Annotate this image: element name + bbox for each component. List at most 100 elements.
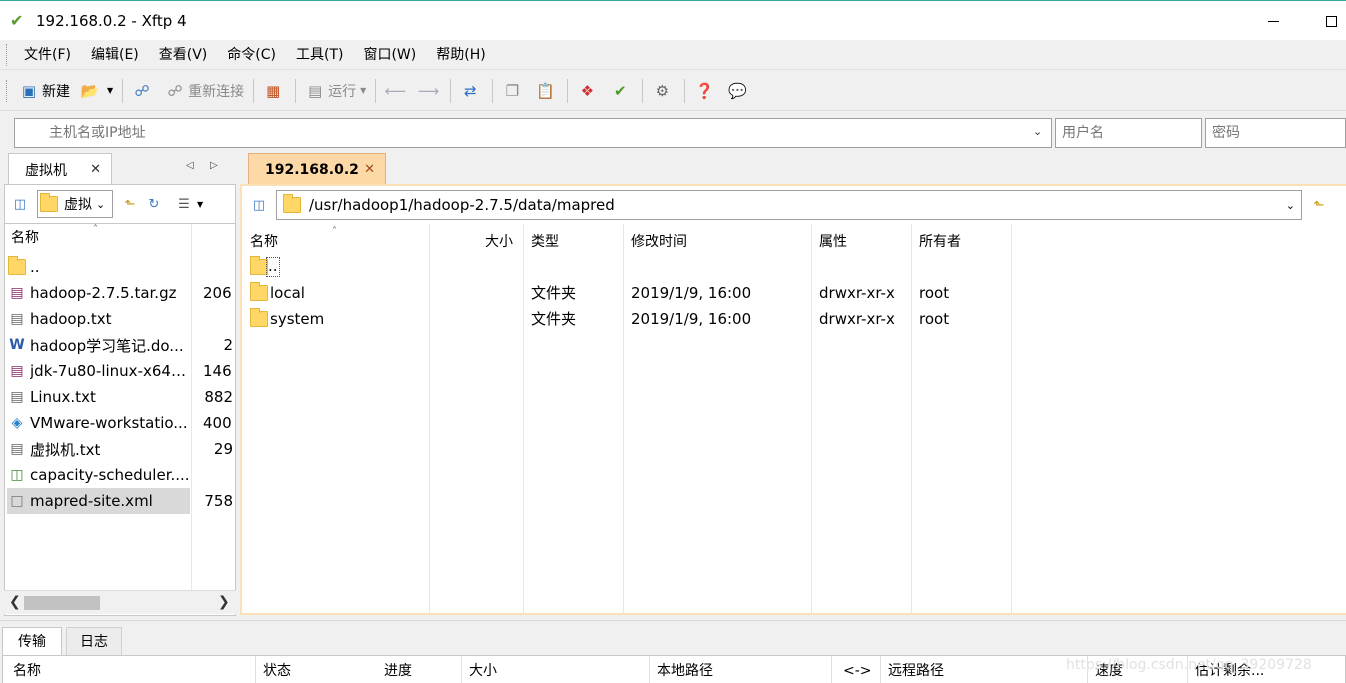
remote-col-owner[interactable]: 所有者 xyxy=(919,230,961,254)
refresh-icon[interactable]: ↻ xyxy=(143,193,165,215)
new-session-button[interactable]: ▣ 新建 xyxy=(14,76,75,106)
toolbar-separator xyxy=(567,78,569,103)
list-item[interactable]: ▤jdk-7u80-linux-x64.t... 146. xyxy=(5,358,233,384)
table-row[interactable]: system 文件夹 2019/1/9, 16:00 drwxr-xr-x ro… xyxy=(242,306,1346,332)
username-input[interactable] xyxy=(1055,118,1202,148)
parent-folder-icon[interactable]: ⬑ xyxy=(1308,194,1330,216)
list-item[interactable]: .. xyxy=(5,254,233,280)
local-folder-combo[interactable]: 虚拟 ⌄ xyxy=(37,190,113,218)
transfer-col-progress[interactable]: 进度 xyxy=(384,660,412,682)
remote-col-type[interactable]: 类型 xyxy=(531,230,559,254)
transfer-col-status[interactable]: 状态 xyxy=(263,660,291,682)
remote-col-attributes[interactable]: 属性 xyxy=(819,230,847,254)
forward-button[interactable]: ⟶ xyxy=(413,76,446,106)
paste-button[interactable]: 📋 xyxy=(530,76,563,106)
view-mode-dropdown-icon[interactable]: ▼ xyxy=(197,200,203,209)
open-folder-icon: 📂 xyxy=(80,81,100,100)
menu-edit[interactable]: 编辑(E) xyxy=(81,40,149,70)
archive-icon: ▤ xyxy=(10,285,24,301)
tab-log[interactable]: 日志 xyxy=(66,627,122,655)
remote-path-combo[interactable]: /usr/hadoop1/hadoop-2.7.5/data/mapred ⌄ xyxy=(276,190,1302,220)
remote-col-modified[interactable]: 修改时间 xyxy=(631,230,687,254)
copy-icon: ❐ xyxy=(505,81,520,100)
remote-col-name[interactable]: 名称 xyxy=(250,230,278,254)
menu-file[interactable]: 文件(F) xyxy=(14,40,81,70)
xftp-button[interactable]: ✔ xyxy=(605,76,638,106)
transfer-col-remote-path[interactable]: 远程路径 xyxy=(888,660,944,682)
view-mode-icon[interactable]: ☰ xyxy=(173,193,195,215)
local-horizontal-scrollbar[interactable]: ❮ ❯ xyxy=(4,590,236,614)
close-icon[interactable]: ✕ xyxy=(90,162,101,177)
toolbar-separator xyxy=(375,78,377,103)
minimize-button[interactable] xyxy=(1250,1,1296,41)
run-button[interactable]: ▤ 运行 ▼ xyxy=(300,76,371,106)
transfer-panel: 传输 日志 名称 状态 进度 大小 本地路径 <-> 远程路径 速度 估计剩余.… xyxy=(0,620,1346,683)
transfer-col-local-path[interactable]: 本地路径 xyxy=(657,660,713,682)
scroll-left-icon[interactable]: ❮ xyxy=(9,594,21,610)
list-item[interactable]: ▤hadoop-2.7.5.tar.gz 206. xyxy=(5,280,233,306)
text-file-icon: ▤ xyxy=(10,441,24,457)
remote-content: ◫ /usr/hadoop1/hadoop-2.7.5/data/mapred … xyxy=(242,186,1346,613)
column-divider xyxy=(649,656,650,683)
table-row[interactable]: .. xyxy=(242,254,1346,280)
scroll-thumb[interactable] xyxy=(24,596,100,610)
tree-view-icon[interactable]: ◫ xyxy=(248,194,270,216)
list-item[interactable]: ▤ 虚拟机.txt 29 xyxy=(5,436,233,462)
xml-file-icon: ◫ xyxy=(10,467,24,483)
host-input[interactable] xyxy=(14,118,1052,148)
menu-command[interactable]: 命令(C) xyxy=(217,40,286,70)
menu-grip xyxy=(6,43,9,66)
menu-tools[interactable]: 工具(T) xyxy=(286,40,353,70)
back-button[interactable]: ⟵ xyxy=(380,76,413,106)
xshell-button[interactable]: ❖ xyxy=(572,76,605,106)
list-item[interactable]: Whadoop学习笔记.do... 2 xyxy=(5,332,233,358)
toolbar-grip xyxy=(6,79,9,102)
tree-view-icon[interactable]: ◫ xyxy=(9,193,31,215)
column-divider xyxy=(461,656,462,683)
sync-button[interactable]: ⇄ xyxy=(455,76,488,106)
list-item[interactable]: ◫ capacity-scheduler.... xyxy=(5,462,233,488)
transfer-col-direction[interactable]: <-> xyxy=(843,660,872,682)
local-col-name[interactable]: 名称 xyxy=(11,226,39,250)
tab-scroll-left-icon[interactable]: ◁ xyxy=(186,160,194,171)
tab-scroll-right-icon[interactable]: ▷ xyxy=(210,160,218,171)
window-title: 192.168.0.2 - Xftp 4 xyxy=(36,11,187,30)
transfer-col-name[interactable]: 名称 xyxy=(13,660,41,682)
connect-button[interactable]: ☍ xyxy=(127,76,160,106)
properties-button[interactable]: ▦ xyxy=(258,76,291,106)
tab-local-vm[interactable]: 虚拟机 ✕ xyxy=(8,153,112,185)
maximize-button[interactable] xyxy=(1308,1,1346,41)
remote-path-toolbar: ◫ /usr/hadoop1/hadoop-2.7.5/data/mapred … xyxy=(242,186,1346,224)
chevron-down-icon: ⌄ xyxy=(96,197,106,211)
main-toolbar: ▣ 新建 📂 ▼ ☍ ☍ 重新连接 ▦ ▤ 运行 ▼ ⟵ ⟶ ⇄ ❐ 📋 ❖ ✔… xyxy=(0,71,1346,111)
menu-view[interactable]: 查看(V) xyxy=(149,40,218,70)
transfer-col-size[interactable]: 大小 xyxy=(469,660,497,682)
menu-help[interactable]: 帮助(H) xyxy=(426,40,495,70)
title-bar: ✔ 192.168.0.2 - Xftp 4 xyxy=(0,0,1346,40)
help-button[interactable]: ❓ xyxy=(689,76,722,106)
scroll-right-icon[interactable]: ❯ xyxy=(218,594,230,610)
reconnect-button[interactable]: ☍ 重新连接 xyxy=(160,76,249,106)
password-input[interactable] xyxy=(1205,118,1346,148)
tab-remote-session[interactable]: 192.168.0.2 ✕ xyxy=(248,153,386,185)
host-dropdown-chevron-icon[interactable]: ⌄ xyxy=(1033,125,1042,138)
list-item-selected[interactable]: □ mapred-site.xml 758 xyxy=(5,488,233,514)
run-label: 运行 xyxy=(328,83,357,100)
close-icon[interactable]: ✕ xyxy=(364,162,375,177)
tab-transfer[interactable]: 传输 xyxy=(2,627,62,655)
list-item[interactable]: ▤ Linux.txt 882 xyxy=(5,384,233,410)
copy-button[interactable]: ❐ xyxy=(497,76,530,106)
list-item[interactable]: ▤ hadoop.txt xyxy=(5,306,233,332)
reconnect-label: 重新连接 xyxy=(188,83,245,100)
options-button[interactable]: ⚙ xyxy=(647,76,680,106)
parent-folder-icon[interactable]: ⬑ xyxy=(119,193,141,215)
chat-button[interactable]: 💬 xyxy=(722,76,755,106)
toolbar-separator xyxy=(253,78,255,103)
open-folder-button[interactable]: 📂 ▼ xyxy=(75,76,118,106)
menu-bar: 文件(F) 编辑(E) 查看(V) 命令(C) 工具(T) 窗口(W) 帮助(H… xyxy=(0,40,1346,70)
table-row[interactable]: local 文件夹 2019/1/9, 16:00 drwxr-xr-x roo… xyxy=(242,280,1346,306)
list-item[interactable]: ◈VMware-workstatio... 400. xyxy=(5,410,233,436)
speech-bubble-icon: 💬 xyxy=(727,81,747,100)
remote-col-size[interactable]: 大小 xyxy=(485,230,513,254)
menu-window[interactable]: 窗口(W) xyxy=(353,40,426,70)
